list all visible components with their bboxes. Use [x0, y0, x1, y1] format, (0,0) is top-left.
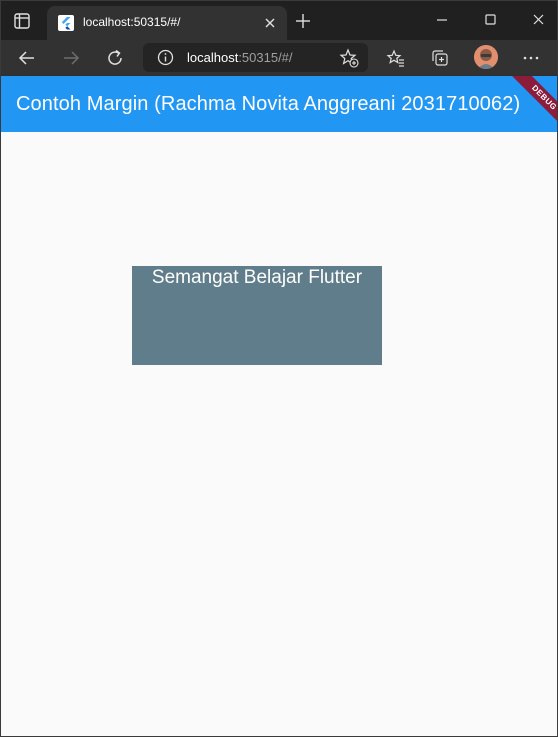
browser-tab-bar: localhost:50315/#/: [0, 0, 558, 40]
back-arrow-icon[interactable]: [17, 48, 37, 68]
browser-toolbar: localhost:50315/#/: [0, 40, 558, 76]
refresh-icon[interactable]: [105, 48, 125, 68]
close-icon[interactable]: [526, 10, 550, 30]
flutter-icon: [58, 15, 74, 31]
info-icon[interactable]: [157, 49, 174, 66]
minimize-icon[interactable]: [430, 10, 454, 30]
plus-icon[interactable]: [294, 12, 312, 30]
container-text: Semangat Belajar Flutter: [151, 267, 363, 288]
tab-actions-icon[interactable]: [12, 11, 32, 31]
app-body: Semangat Belajar Flutter: [0, 132, 558, 737]
forward-arrow-icon[interactable]: [61, 48, 81, 68]
url-text[interactable]: localhost:50315/#/: [187, 50, 293, 65]
favorites-icon[interactable]: [386, 48, 406, 68]
more-icon[interactable]: [521, 48, 541, 68]
url-path: :50315/#/: [238, 50, 293, 65]
maximize-icon[interactable]: [478, 10, 502, 30]
collections-icon[interactable]: [430, 48, 450, 68]
app-bar-title: Contoh Margin (Rachma Novita Anggreani 2…: [16, 93, 521, 115]
tab-title: localhost:50315/#/: [83, 15, 181, 29]
margin-container: Semangat Belajar Flutter: [132, 266, 382, 365]
address-bar[interactable]: localhost:50315/#/: [143, 43, 368, 72]
star-plus-icon[interactable]: [339, 48, 359, 68]
app-bar: Contoh Margin (Rachma Novita Anggreani 2…: [0, 76, 558, 132]
avatar[interactable]: [474, 45, 498, 69]
url-host: localhost: [187, 50, 239, 65]
browser-tab[interactable]: localhost:50315/#/: [47, 6, 287, 40]
close-icon[interactable]: [263, 16, 277, 30]
